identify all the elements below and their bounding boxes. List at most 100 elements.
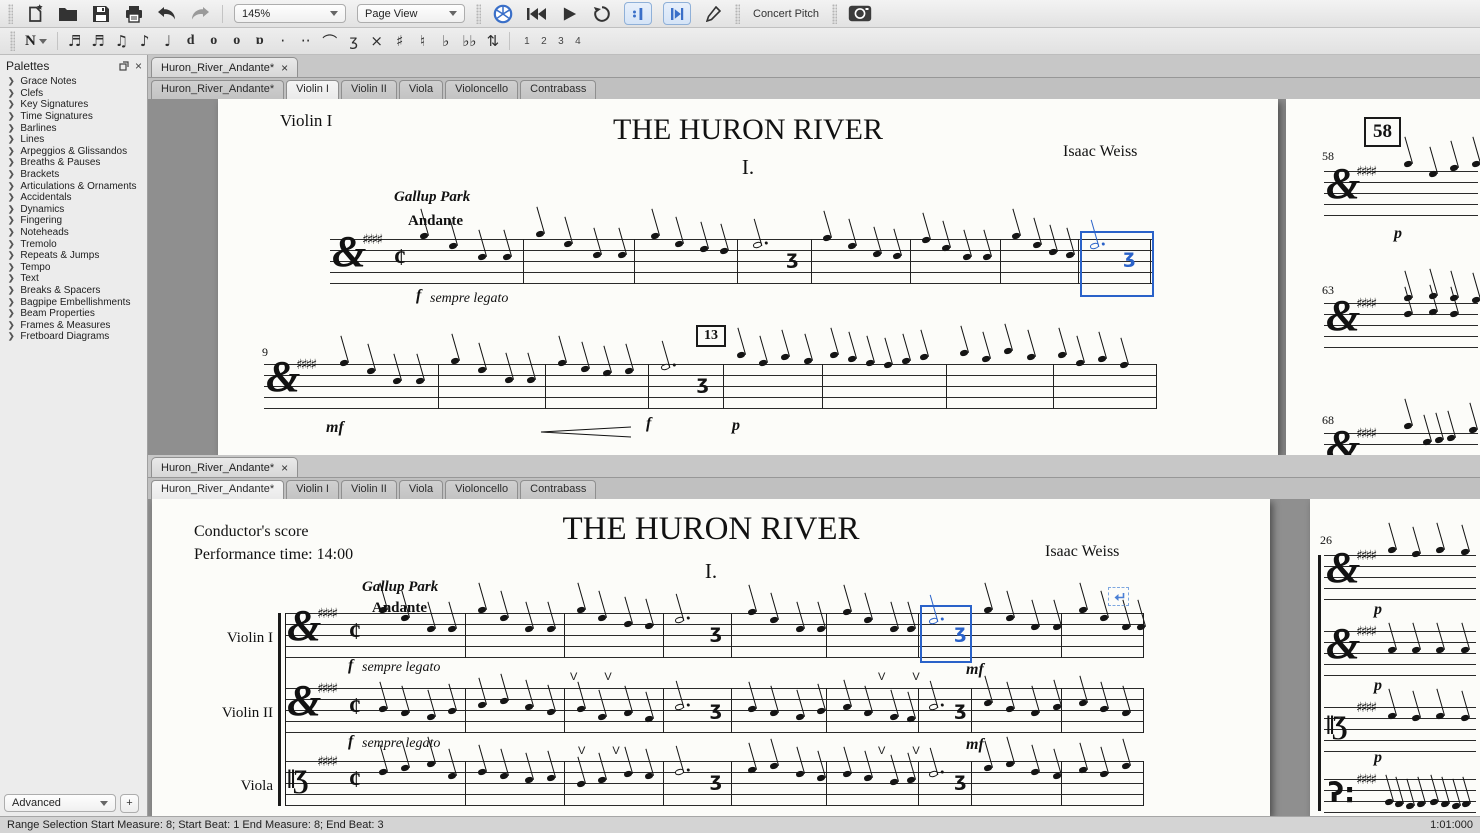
note-32nd-icon[interactable]: ♬ <box>91 32 104 50</box>
voice-4-button[interactable]: 4 <box>571 36 584 47</box>
toolbar-drag-handle[interactable] <box>735 4 740 24</box>
part-tab[interactable]: Viola <box>399 80 443 100</box>
crescendo-hairpin[interactable] <box>540 425 632 437</box>
measure-number[interactable]: 58 <box>1322 149 1334 164</box>
barline[interactable] <box>822 364 823 409</box>
dynamic[interactable]: f <box>348 733 353 751</box>
key-signature[interactable]: ♯♯♯♯ <box>1356 700 1375 716</box>
redo-button[interactable] <box>189 3 211 25</box>
bowing-marks[interactable]: V V <box>878 745 932 757</box>
barline[interactable] <box>564 613 565 658</box>
key-signature[interactable]: ♯♯♯♯ <box>1356 772 1375 788</box>
rest[interactable]: ʒ <box>954 771 966 790</box>
natural-icon[interactable]: ♮ <box>416 32 429 50</box>
concert-pitch-button[interactable]: Concert Pitch <box>751 8 821 20</box>
barline[interactable] <box>648 364 649 409</box>
loop-out-toggle[interactable] <box>663 2 691 25</box>
part-tab[interactable]: Contrabass <box>520 80 596 100</box>
print-button[interactable] <box>123 3 145 25</box>
note[interactable] <box>1403 422 1412 430</box>
palette-item[interactable]: ❯ Text <box>0 273 147 285</box>
barline[interactable] <box>1061 613 1062 658</box>
float-panel-icon[interactable] <box>119 61 129 71</box>
rest[interactable]: ʒ <box>954 700 966 719</box>
dynamic[interactable]: mf <box>966 736 984 754</box>
workspace-select[interactable]: Advanced <box>4 794 116 812</box>
loop-playback-button[interactable] <box>591 3 613 25</box>
note-64th-icon[interactable]: ♬ <box>68 32 81 50</box>
note[interactable] <box>1026 353 1035 361</box>
measure-number[interactable]: 68 <box>1322 413 1334 428</box>
tempo-marker-button[interactable] <box>702 3 724 25</box>
part-tab[interactable]: Violoncello <box>445 80 518 100</box>
rehearsal-mark[interactable]: 58 <box>1364 117 1401 147</box>
voice-2-button[interactable]: 2 <box>537 36 550 47</box>
barline[interactable] <box>910 239 911 284</box>
part-tab[interactable]: Violin II <box>341 80 397 100</box>
barline[interactable] <box>946 364 947 409</box>
score-title[interactable]: THE HURON RIVER <box>218 113 1278 147</box>
barline[interactable] <box>918 761 919 806</box>
rest-icon[interactable]: ʒ <box>347 32 360 50</box>
rest[interactable]: ʒ <box>697 374 709 393</box>
barline[interactable] <box>663 688 664 733</box>
time-signature[interactable]: ¢ <box>349 695 361 719</box>
note[interactable] <box>1403 160 1412 168</box>
instrument-name[interactable]: Violin II <box>188 705 273 722</box>
part-tab[interactable]: Huron_River_Andante* <box>151 80 284 100</box>
document-tab[interactable]: Huron_River_Andante* × <box>151 57 298 77</box>
key-signature[interactable]: ♯♯♯♯ <box>1356 296 1375 312</box>
save-button[interactable] <box>90 3 112 25</box>
double-flat-icon[interactable]: ♭♭ <box>462 32 476 50</box>
dynamic[interactable]: mf <box>966 661 984 679</box>
barline[interactable] <box>1156 364 1157 409</box>
barline[interactable] <box>731 761 732 806</box>
tempo-text[interactable]: Andante <box>372 600 427 617</box>
expression-text[interactable]: sempre legato <box>430 291 508 307</box>
palette-item[interactable]: ❯ Time Signatures <box>0 111 147 123</box>
barline[interactable] <box>438 364 439 409</box>
note-longa-icon[interactable]: ɒ <box>253 33 266 49</box>
key-signature[interactable]: ♯♯♯♯ <box>296 357 315 373</box>
movement-number[interactable]: I. <box>152 559 1270 584</box>
key-signature[interactable]: ♯♯♯♯ <box>317 754 336 770</box>
note[interactable] <box>981 355 990 363</box>
view-mode-select[interactable]: Page View <box>357 4 465 23</box>
part-tab[interactable]: Violoncello <box>445 480 518 500</box>
rest[interactable]: ʒ <box>786 249 798 268</box>
palette-item[interactable]: ❯ Fretboard Diagrams <box>0 331 147 343</box>
barline[interactable] <box>1143 761 1144 806</box>
expression-text[interactable]: sempre legato <box>362 736 440 752</box>
barline[interactable] <box>826 613 827 658</box>
score-page[interactable]: &♯♯♯♯&♯♯♯♯&♯♯♯♯5858p6368 <box>1286 99 1480 455</box>
part-tab[interactable]: Violin II <box>341 480 397 500</box>
toolbar-drag-handle[interactable] <box>10 31 15 51</box>
note[interactable] <box>1387 546 1396 554</box>
rest[interactable]: ʒ <box>710 623 722 642</box>
note[interactable] <box>1471 160 1480 168</box>
barline[interactable] <box>465 688 466 733</box>
dynamic[interactable]: p <box>732 417 740 435</box>
palette-item[interactable]: ❯ Fingering <box>0 215 147 227</box>
note[interactable] <box>736 351 745 359</box>
instrument-name[interactable]: Violin I <box>188 630 273 647</box>
key-signature[interactable]: ♯♯♯♯ <box>1356 164 1375 180</box>
toolbar-drag-handle[interactable] <box>8 4 13 24</box>
barline[interactable] <box>663 613 664 658</box>
subtitle-place[interactable]: Gallup Park <box>362 579 438 596</box>
barline[interactable] <box>918 688 919 733</box>
palette-item[interactable]: ❯ Breaths & Pauses <box>0 157 147 169</box>
note[interactable] <box>1436 546 1445 554</box>
part-tab[interactable]: Contrabass <box>520 480 596 500</box>
note[interactable] <box>919 353 928 361</box>
bowing-marks[interactable]: V V <box>570 671 624 683</box>
note[interactable] <box>830 351 839 359</box>
bowing-marks[interactable]: V V <box>878 671 932 683</box>
palette-item[interactable]: ❯ Tempo <box>0 262 147 274</box>
tie-icon[interactable]: ⌒ <box>322 31 337 52</box>
voice-3-button[interactable]: 3 <box>554 36 567 47</box>
dynamic[interactable]: f <box>348 657 353 675</box>
barline[interactable] <box>971 761 972 806</box>
barline[interactable] <box>1143 688 1144 733</box>
time-signature[interactable]: ¢ <box>349 620 361 644</box>
